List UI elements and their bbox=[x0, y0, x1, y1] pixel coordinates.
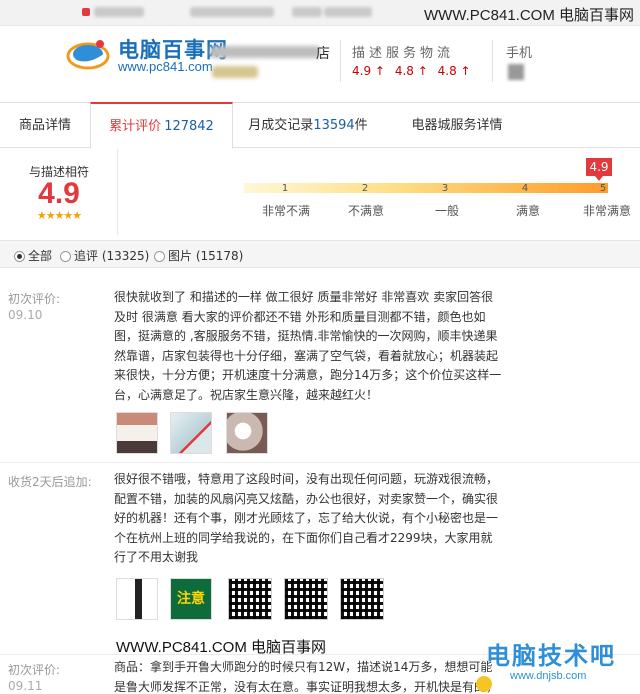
review-photo[interactable] bbox=[226, 412, 268, 454]
site-logo-url: www.pc841.com bbox=[118, 59, 213, 74]
review-photo[interactable] bbox=[116, 578, 158, 620]
tab-service-details[interactable]: 电器城服务详情 bbox=[383, 103, 531, 149]
star-rating-icon: ★★★★★ bbox=[36, 209, 82, 222]
scale-number: 3 bbox=[441, 183, 449, 194]
dsr-heading: 描述服务物流 bbox=[352, 46, 455, 61]
qr-code-image[interactable] bbox=[340, 578, 384, 620]
tab-label: 月成交记录 bbox=[248, 118, 314, 133]
site-watermark-top: WWW.PC841.COM 电脑百事网 bbox=[423, 7, 634, 24]
review-photo-notice[interactable]: 注意 bbox=[170, 578, 212, 620]
brand-logo-icon bbox=[476, 676, 492, 692]
filter-appended[interactable]: 追评 (13325) bbox=[60, 247, 149, 264]
filter-images[interactable]: 图片 (15178) bbox=[154, 247, 243, 264]
review-text: 商品：拿到手开鲁大师跑分的时候只有12W，描述说14万多，想想可能是鲁大师发挥不… bbox=[114, 660, 499, 694]
sales-count: 13594 bbox=[313, 118, 355, 133]
tab-label: 电器城服务详情 bbox=[411, 118, 503, 133]
review-count: 127842 bbox=[164, 119, 214, 134]
review-label: 初次评价: bbox=[8, 292, 61, 306]
nav-link-blurred[interactable] bbox=[190, 7, 274, 17]
rating-score: 4.9 bbox=[38, 177, 80, 210]
tab-reviews[interactable]: 累计评价 127842 bbox=[90, 102, 233, 149]
scale-number: 1 bbox=[281, 183, 289, 194]
scale-label: 非常不满 bbox=[261, 204, 310, 218]
review-label: 收货2天后追加: bbox=[8, 475, 92, 489]
score-pin: 4.9 bbox=[586, 158, 612, 181]
store-header: 电脑百事网 www.pc841.com 店 描述服务物流 4.9 ↑ 4.8 ↑… bbox=[0, 26, 640, 100]
scale-label: 一般 bbox=[434, 204, 459, 218]
rating-scale-bar bbox=[244, 183, 608, 193]
brand-watermark-url: www.dnjsb.com bbox=[510, 670, 587, 682]
filter-label: 全部 bbox=[28, 249, 53, 263]
radio-icon[interactable] bbox=[154, 251, 165, 262]
product-tabs: 商品详情 累计评价 127842 月成交记录13594件 电器城服务详情 bbox=[0, 102, 640, 149]
qr-code-image[interactable] bbox=[228, 578, 272, 620]
dsr-service-score: 4.8 ↑ bbox=[394, 64, 428, 78]
divider bbox=[492, 40, 493, 82]
scale-number: 5 bbox=[599, 183, 607, 194]
scale-label: 不满意 bbox=[347, 204, 384, 218]
review-divider bbox=[0, 462, 640, 463]
scale-number: 2 bbox=[361, 183, 369, 194]
brand-watermark: 电脑技术吧 bbox=[486, 642, 616, 670]
store-name-suffix: 店 bbox=[316, 46, 330, 62]
nav-icon bbox=[82, 8, 90, 16]
dsr-logistics-score: 4.8 ↑ bbox=[437, 64, 471, 78]
qr-code-image[interactable] bbox=[284, 578, 328, 620]
nav-link-blurred[interactable] bbox=[292, 7, 322, 17]
scale-label: 非常满意 bbox=[582, 204, 631, 218]
review-photo[interactable] bbox=[170, 412, 212, 454]
filter-label: 图片 (15178) bbox=[168, 249, 244, 263]
review-date: 09.11 bbox=[8, 679, 43, 693]
review-date: 09.10 bbox=[8, 308, 43, 322]
review-label: 初次评价: bbox=[8, 663, 61, 677]
sales-unit: 件 bbox=[354, 118, 368, 133]
divider bbox=[340, 40, 341, 82]
scale-label: 满意 bbox=[515, 204, 540, 218]
store-name-blurred[interactable] bbox=[210, 46, 320, 58]
scale-number: 4 bbox=[521, 183, 529, 194]
filter-all[interactable]: 全部 bbox=[14, 247, 52, 264]
tab-label: 商品详情 bbox=[18, 118, 71, 133]
filter-label: 追评 (13325) bbox=[74, 249, 150, 263]
rating-score-box: 与描述相符 4.9 ★★★★★ bbox=[0, 149, 118, 235]
top-nav-bar: WWW.PC841.COM 电脑百事网 bbox=[0, 0, 640, 26]
mobile-label[interactable]: 手机 bbox=[506, 42, 532, 61]
rating-summary: 与描述相符 4.9 ★★★★★ 4.9 1 2 3 4 5 非常不满 不满意 一… bbox=[0, 149, 640, 235]
tab-monthly-sales[interactable]: 月成交记录13594件 bbox=[233, 103, 383, 149]
nav-link-blurred[interactable] bbox=[324, 7, 372, 17]
review-text: 很快就收到了 和描述的一样 做工很好 质量非常好 非常喜欢 卖家回答很及时 很满… bbox=[114, 290, 502, 402]
review-filter-bar: 全部 追评 (13325) 图片 (15178) bbox=[0, 240, 640, 268]
dsr-scores: 4.9 ↑ 4.8 ↑ 4.8 ↑ bbox=[352, 64, 477, 78]
radio-icon[interactable] bbox=[14, 251, 25, 262]
site-logo-icon bbox=[66, 40, 110, 70]
tab-product-details[interactable]: 商品详情 bbox=[0, 103, 90, 149]
qr-code-icon[interactable] bbox=[508, 64, 524, 80]
review-text: 很好很不错哦，特意用了这段时间，没有出现任何问题，玩游戏很流畅，配置不错，加装的… bbox=[114, 472, 499, 564]
dsr-desc-score: 4.9 ↑ bbox=[352, 64, 385, 78]
tab-label: 累计评价 bbox=[109, 119, 162, 134]
radio-icon[interactable] bbox=[60, 251, 71, 262]
nav-link-blurred[interactable] bbox=[94, 7, 144, 17]
store-badge-blurred bbox=[212, 66, 258, 78]
review-photo[interactable] bbox=[116, 412, 158, 454]
